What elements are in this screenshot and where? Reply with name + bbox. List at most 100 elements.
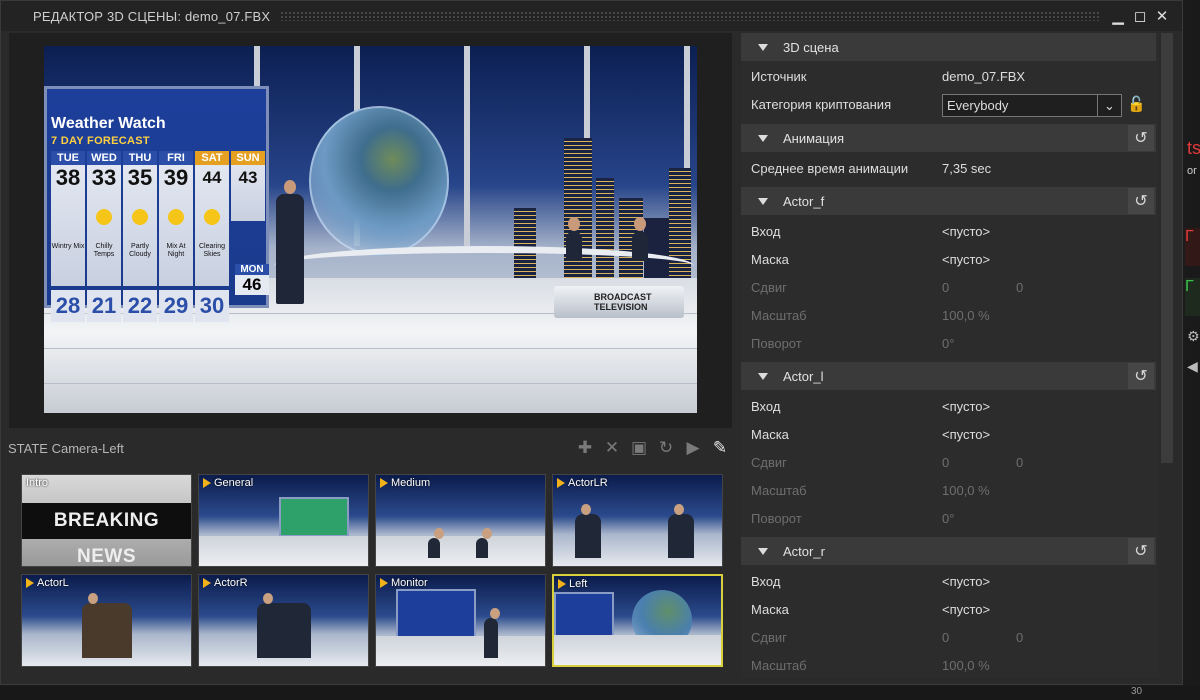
play-marker-icon	[203, 478, 211, 488]
play-icon[interactable]: ▶	[684, 438, 702, 458]
prop-shift: Сдвиг 0 0	[751, 455, 1024, 470]
prop-scale: Масштаб 100,0 %	[751, 658, 990, 673]
refresh-icon[interactable]: ↻	[657, 438, 675, 458]
title-bar[interactable]: РЕДАКТОР 3D СЦЕНЫ: demo_07.FBX ▁ ◻ ✕	[1, 1, 1182, 31]
prop-rotation: Поворот 0°	[751, 511, 955, 526]
maximize-icon[interactable]: ◻	[1132, 8, 1148, 25]
desk-logo: BROADCAST TELEVISION	[594, 292, 652, 312]
anchor-figure	[276, 180, 304, 304]
state-thumb-general[interactable]: General	[198, 474, 369, 567]
rename-icon[interactable]: ▣	[630, 438, 648, 458]
anchor-figure	[632, 217, 648, 261]
background-app: ts or Г Г ⚙ ◀	[1185, 0, 1200, 700]
section-title: Actor_f	[783, 193, 825, 209]
sun-icon	[204, 209, 220, 225]
thumb-label: Monitor	[391, 577, 428, 589]
breaking-news-text: BREAKING NEWS	[22, 503, 191, 566]
scene-editor-window: РЕДАКТОР 3D СЦЕНЫ: demo_07.FBX ▁ ◻ ✕ Wea…	[0, 0, 1183, 685]
state-thumb-actorlr[interactable]: ActorLR	[552, 474, 723, 567]
collapse-arrow-icon[interactable]	[758, 372, 768, 380]
title-drag-grip[interactable]	[280, 11, 1100, 21]
prop-mask[interactable]: Маска <пусто>	[751, 599, 1151, 621]
scene-preview[interactable]: Weather Watch 7 DAY FORECAST TUE 38 Wint…	[44, 46, 697, 413]
forecast-day: THU 35 Partly Cloudy 22	[123, 151, 157, 322]
section-actor-r[interactable]: Actor_r ↺	[741, 537, 1156, 565]
add-icon[interactable]: ✚	[576, 438, 594, 458]
section-title: Actor_r	[783, 543, 825, 559]
forecast-day: SAT 44 Clearing Skies 30	[195, 151, 229, 322]
prop-rotation: Поворот 0°	[751, 336, 955, 351]
collapse-arrow-icon[interactable]	[758, 197, 768, 205]
state-thumb-intro[interactable]: BREAKING NEWS Intro	[21, 474, 192, 567]
anchor-figure	[566, 217, 582, 261]
properties-panel: 3D сцена Источник demo_07.FBX Категория …	[741, 33, 1159, 678]
play-marker-icon	[557, 478, 565, 488]
edit-icon[interactable]: ✎	[711, 438, 729, 458]
reset-icon[interactable]: ↺	[1128, 125, 1154, 151]
prop-scale: Масштаб 100,0 %	[751, 308, 990, 323]
section-title: Actor_l	[783, 368, 824, 384]
thumb-label: ActorLR	[568, 477, 608, 489]
state-thumb-medium[interactable]: Medium	[375, 474, 546, 567]
prop-input[interactable]: Вход <пусто>	[751, 221, 1151, 243]
state-label: STATE Camera-Left	[8, 441, 124, 456]
state-thumb-left[interactable]: Left	[552, 574, 723, 667]
prop-source: Источник demo_07.FBX	[751, 69, 1026, 84]
collapse-arrow-icon[interactable]	[758, 547, 768, 555]
state-thumb-monitor[interactable]: Monitor	[375, 574, 546, 667]
prop-input[interactable]: Вход <пусто>	[751, 396, 1151, 418]
forecast-day: WED 33 Chilly Temps 21	[87, 151, 121, 322]
bg-red-button: Г	[1185, 228, 1200, 266]
thumb-label: General	[214, 477, 254, 489]
prop-shift: Сдвиг 0 0	[751, 630, 1024, 645]
section-title: Анимация	[783, 130, 845, 146]
close-icon[interactable]: ✕	[1154, 8, 1170, 25]
prop-input[interactable]: Вход <пусто>	[751, 571, 1151, 593]
state-toolbar: ✚ ✕ ▣ ↻ ▶ ✎	[576, 438, 729, 458]
sun-icon	[168, 209, 184, 225]
prop-mask[interactable]: Маска <пусто>	[751, 424, 1151, 446]
play-marker-icon	[203, 578, 211, 588]
speaker-icon: ◀	[1187, 358, 1198, 374]
prop-avg-animation-time: Среднее время анимации 7,35 sec	[751, 161, 992, 176]
collapse-arrow-icon[interactable]	[758, 43, 768, 51]
collapse-arrow-icon[interactable]	[758, 134, 768, 142]
prop-mask[interactable]: Маска <пусто>	[751, 249, 1151, 271]
window-title: РЕДАКТОР 3D СЦЕНЫ: demo_07.FBX	[33, 8, 271, 24]
forecast-day: SUN 43	[231, 151, 265, 221]
forecast-day-mon: MON 46	[235, 264, 269, 295]
thumb-label: Medium	[391, 477, 431, 489]
play-marker-icon	[26, 578, 34, 588]
section-actor-l[interactable]: Actor_l ↺	[741, 362, 1156, 390]
bg-text: ts	[1187, 138, 1200, 158]
section-title: 3D сцена	[783, 39, 839, 55]
sun-icon	[96, 209, 112, 225]
weather-board: Weather Watch 7 DAY FORECAST TUE 38 Wint…	[44, 86, 269, 322]
thumb-label: Intro	[26, 477, 49, 489]
play-marker-icon	[380, 578, 388, 588]
category-select[interactable]: Everybody ⌄	[942, 94, 1122, 117]
delete-icon[interactable]: ✕	[603, 438, 621, 458]
reset-icon[interactable]: ↺	[1128, 363, 1154, 389]
reset-icon[interactable]: ↺	[1128, 538, 1154, 564]
minimize-icon[interactable]: ▁	[1110, 8, 1126, 25]
panel-scrollbar[interactable]	[1161, 33, 1173, 463]
play-marker-icon	[380, 478, 388, 488]
thumb-label: Left	[569, 578, 588, 590]
state-thumb-actorl[interactable]: ActorL	[21, 574, 192, 667]
prop-scale: Масштаб 100,0 %	[751, 483, 990, 498]
reset-icon[interactable]: ↺	[1128, 188, 1154, 214]
weather-subtitle: 7 DAY FORECAST	[51, 135, 150, 147]
unlock-icon[interactable]: 🔓	[1127, 95, 1146, 115]
state-thumb-actorr[interactable]: ActorR	[198, 574, 369, 667]
section-actor-f[interactable]: Actor_f ↺	[741, 187, 1156, 215]
preview-area: Weather Watch 7 DAY FORECAST TUE 38 Wint…	[9, 33, 732, 428]
chevron-down-icon[interactable]: ⌄	[1097, 95, 1121, 116]
globe-object	[309, 106, 449, 256]
section-3d-scene[interactable]: 3D сцена	[741, 33, 1156, 61]
state-thumbnails: BREAKING NEWS Intro General Medium Actor…	[21, 474, 723, 667]
prop-shift: Сдвиг 0 0	[751, 280, 1024, 295]
page-number: 30	[1131, 686, 1143, 697]
gear-icon: ⚙	[1187, 328, 1200, 344]
section-animation[interactable]: Анимация ↺	[741, 124, 1156, 152]
